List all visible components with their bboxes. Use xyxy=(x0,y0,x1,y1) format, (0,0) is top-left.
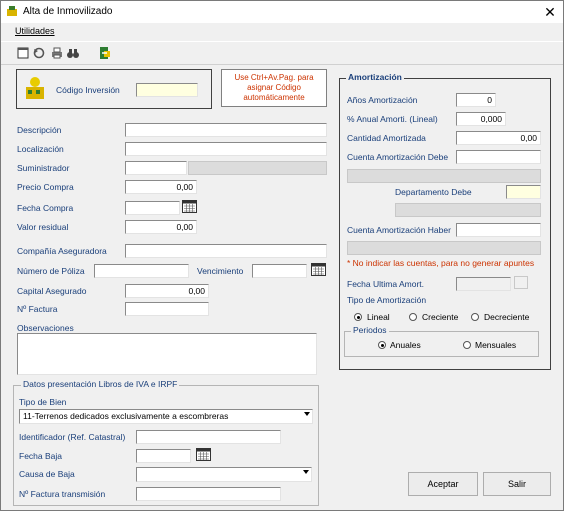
fecha-baja-input[interactable] xyxy=(136,449,191,463)
anos-amortizacion-label: Años Amortización xyxy=(347,95,418,105)
localizacion-input[interactable] xyxy=(125,142,327,156)
departamento-debe-input[interactable] xyxy=(506,185,541,199)
descripcion-label: Descripción xyxy=(17,125,62,135)
localizacion-label: Localización xyxy=(17,144,64,154)
radio-lineal-label: Lineal xyxy=(367,312,390,322)
menu-bar: Utilidades xyxy=(1,23,563,40)
radio-lineal[interactable] xyxy=(354,313,362,321)
fecha-compra-input[interactable] xyxy=(125,201,180,215)
causa-baja-label: Causa de Baja xyxy=(19,469,75,479)
suministrador-name-display xyxy=(188,161,327,175)
capital-input[interactable]: 0,00 xyxy=(125,284,209,298)
factura-label: Nº Factura xyxy=(17,304,58,314)
causa-baja-select[interactable] xyxy=(136,467,312,482)
aceptar-button[interactable]: Aceptar xyxy=(408,472,478,496)
cuenta-debe-label: Cuenta Amortización Debe xyxy=(347,152,449,162)
radio-anuales-label: Anuales xyxy=(390,340,421,350)
tipo-bien-select[interactable]: 11-Terrenos dedicados exclusivamente a e… xyxy=(19,409,313,424)
calendar-icon xyxy=(514,276,528,289)
exit-icon[interactable] xyxy=(97,45,113,61)
factura-transmision-input[interactable] xyxy=(136,487,281,501)
fecha-ultima-input xyxy=(456,277,511,291)
close-icon[interactable]: ✕ xyxy=(539,3,561,21)
factura-input[interactable] xyxy=(125,302,209,316)
periodos-group-title: Periodos xyxy=(351,325,389,335)
cantidad-amortizada-label: Cantidad Amortizada xyxy=(347,133,426,143)
tipo-bien-label: Tipo de Bien xyxy=(19,397,67,407)
window-title: Alta de Inmovilizado xyxy=(23,6,113,17)
anos-amortizacion-input[interactable]: 0 xyxy=(456,93,496,107)
dialog-window: Alta de Inmovilizado ✕ Utilidades Código… xyxy=(0,0,564,511)
radio-mensuales-label: Mensuales xyxy=(475,340,517,350)
identificador-label: Identificador (Ref. Catastral) xyxy=(19,432,126,442)
codigo-inversion-label: Código Inversión xyxy=(56,85,120,95)
no-cuentas-warning: * No indicar las cuentas, para no genera… xyxy=(347,258,535,268)
departamento-debe-name-display xyxy=(395,203,541,217)
cuenta-debe-name-display xyxy=(347,169,541,183)
codigo-hint: Use Ctrl+Av.Pag. para asignar Código aut… xyxy=(221,69,327,107)
print-icon[interactable] xyxy=(49,45,65,61)
capital-label: Capital Asegurado xyxy=(17,286,87,296)
tipo-bien-value: 11-Terrenos dedicados exclusivamente a e… xyxy=(23,411,229,421)
toolbar xyxy=(1,41,563,65)
amortizacion-group-title: Amortización xyxy=(346,72,404,82)
valor-residual-label: Valor residual xyxy=(17,222,69,232)
radio-creciente-label: Creciente xyxy=(422,312,459,322)
chevron-down-icon xyxy=(303,470,309,474)
radio-decreciente[interactable] xyxy=(471,313,479,321)
poliza-label: Número de Póliza xyxy=(17,266,85,276)
compania-label: Compañía Aseguradora xyxy=(17,246,107,256)
chevron-down-icon xyxy=(304,412,310,416)
fecha-baja-label: Fecha Baja xyxy=(19,451,62,461)
descripcion-input[interactable] xyxy=(125,123,327,137)
precio-compra-input[interactable]: 0,00 xyxy=(125,180,197,194)
radio-decreciente-label: Decreciente xyxy=(484,312,530,322)
vencimiento-label: Vencimiento xyxy=(197,266,244,276)
vencimiento-input[interactable] xyxy=(252,264,307,278)
calendar-icon[interactable] xyxy=(311,263,326,276)
identificador-input[interactable] xyxy=(136,430,281,444)
cantidad-amortizada-input[interactable]: 0,00 xyxy=(456,131,541,145)
suministrador-input[interactable] xyxy=(125,161,187,175)
pct-anual-input[interactable]: 0,000 xyxy=(456,112,506,126)
radio-creciente[interactable] xyxy=(409,313,417,321)
fecha-ultima-label: Fecha Ultima Amort. xyxy=(347,279,424,289)
valor-residual-input[interactable]: 0,00 xyxy=(125,220,197,234)
pct-anual-label: % Anual Amorti. (Lineal) xyxy=(347,114,438,124)
fecha-compra-label: Fecha Compra xyxy=(17,203,74,213)
radio-anuales[interactable] xyxy=(378,341,386,349)
menu-utilidades[interactable]: Utilidades xyxy=(15,26,55,36)
calendar-icon[interactable] xyxy=(196,448,211,461)
app-icon xyxy=(7,6,17,16)
poliza-input[interactable] xyxy=(94,264,189,278)
iva-group-title: Datos presentación Libros de IVA e IRPF xyxy=(21,379,180,389)
cuenta-haber-name-display xyxy=(347,241,541,255)
cuenta-haber-label: Cuenta Amortización Haber xyxy=(347,225,451,235)
inversion-icon xyxy=(26,77,44,99)
cuenta-debe-input[interactable] xyxy=(456,150,541,164)
salir-button[interactable]: Salir xyxy=(483,472,551,496)
calendar-icon[interactable] xyxy=(182,200,197,213)
new-icon[interactable] xyxy=(15,45,31,61)
title-bar: Alta de Inmovilizado ✕ xyxy=(1,1,563,23)
compania-input[interactable] xyxy=(125,244,327,258)
factura-transmision-label: Nº Factura transmisión xyxy=(19,489,106,499)
departamento-debe-label: Departamento Debe xyxy=(395,187,472,197)
cuenta-haber-input[interactable] xyxy=(456,223,541,237)
binoculars-icon[interactable] xyxy=(65,45,81,61)
radio-mensuales[interactable] xyxy=(463,341,471,349)
observaciones-textarea[interactable] xyxy=(17,333,317,375)
observaciones-label: Observaciones xyxy=(17,323,74,333)
codigo-inversion-input[interactable] xyxy=(136,83,198,97)
tipo-amortizacion-label: Tipo de Amortización xyxy=(347,295,427,305)
precio-compra-label: Precio Compra xyxy=(17,182,74,192)
undo-icon[interactable] xyxy=(31,45,47,61)
suministrador-label: Suministrador xyxy=(17,163,70,173)
